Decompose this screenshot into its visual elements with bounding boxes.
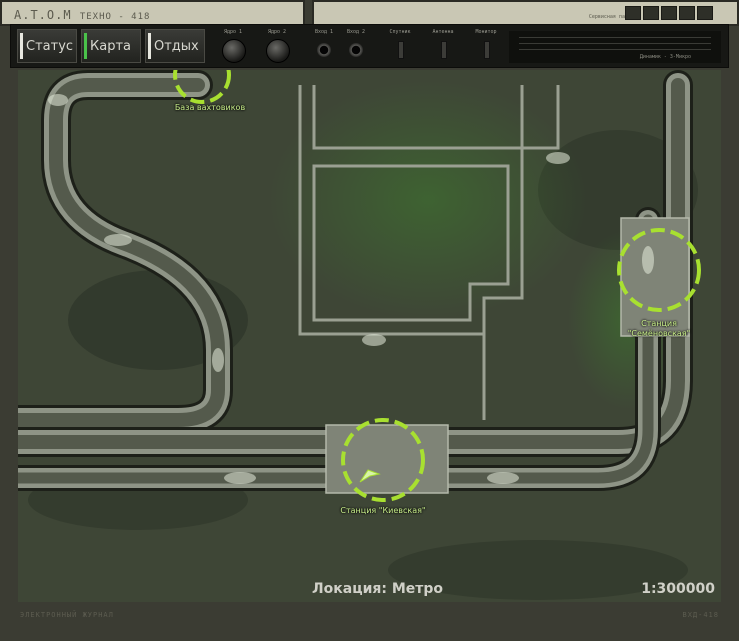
meter-line [519,49,711,50]
indicator-slot [625,6,641,20]
indicator-slot [643,6,659,20]
switch2-label: Антенна [432,29,454,35]
tunnel-light [48,94,68,106]
device-header-right: Сервисная панель [312,0,739,26]
map-scale: 1:300000 [641,581,715,597]
core1-knob[interactable] [222,39,246,63]
tunnel-light [642,246,654,274]
tunnel-light [224,472,256,484]
tab-label: Статус [26,38,74,54]
jack2-label: Вход 2 [346,29,366,35]
speaker-meter: Динамик - 3-Микро [509,31,721,63]
meter-label: Динамик - 3-Микро [639,54,691,60]
indicator-slot [679,6,695,20]
satellite-switch[interactable] [398,41,404,59]
footer-journal-label: ЭЛЕКТРОННЫЙ ЖУРНАЛ [20,611,114,619]
tab-indicator [20,33,23,59]
device-brand: A.T.O.M ТЕХНО - 418 [14,8,151,22]
indicator-slots [625,6,713,20]
meter-line [519,43,711,44]
tunnel-light [212,348,224,372]
tab-label: Отдых [154,38,199,54]
semenovskaya-label[interactable]: Станция "Семёновская" [609,319,709,339]
input2-jack[interactable] [349,43,363,57]
tunnel-light [104,234,132,246]
tunnel-light [487,472,519,484]
indicator-slot [661,6,677,20]
map-screen[interactable]: База вахтовиков Станция "Семёновская" Ст… [18,70,721,602]
base-label[interactable]: База вахтовиков [160,103,260,113]
pda-toolbar: Статус Карта Отдых Ядро 1 Ядро 2 Вход 1 … [10,24,729,68]
core2-knob[interactable] [266,39,290,63]
kievskaya-label[interactable]: Станция "Киевская" [323,506,443,516]
tunnel-light [546,152,570,164]
tab-indicator [148,33,151,59]
footer-device-code: ВХД-418 [682,611,719,619]
switch1-label: Спутник [389,29,411,35]
tunnel-light [362,334,386,346]
knob2-label: Ядро 2 [267,29,287,35]
antenna-switch[interactable] [441,41,447,59]
tab-status[interactable]: Статус [17,29,77,63]
semenovskaya-label-line1: Станция [641,319,677,328]
meter-line [519,37,711,38]
tab-indicator [84,33,87,59]
switch3-label: Монитор [475,29,497,35]
green-glow [268,80,588,320]
tab-rest[interactable]: Отдых [145,29,205,63]
device-header-left: A.T.O.M ТЕХНО - 418 [0,0,305,26]
semenovskaya-label-line2: "Семёновская" [627,329,691,338]
location-readout: Локация: Метро [312,581,444,597]
tab-map[interactable]: Карта [81,29,141,63]
monitor-switch[interactable] [484,41,490,59]
indicator-slot [697,6,713,20]
tab-label: Карта [90,38,131,54]
input1-jack[interactable] [317,43,331,57]
knob1-label: Ядро 1 [223,29,243,35]
